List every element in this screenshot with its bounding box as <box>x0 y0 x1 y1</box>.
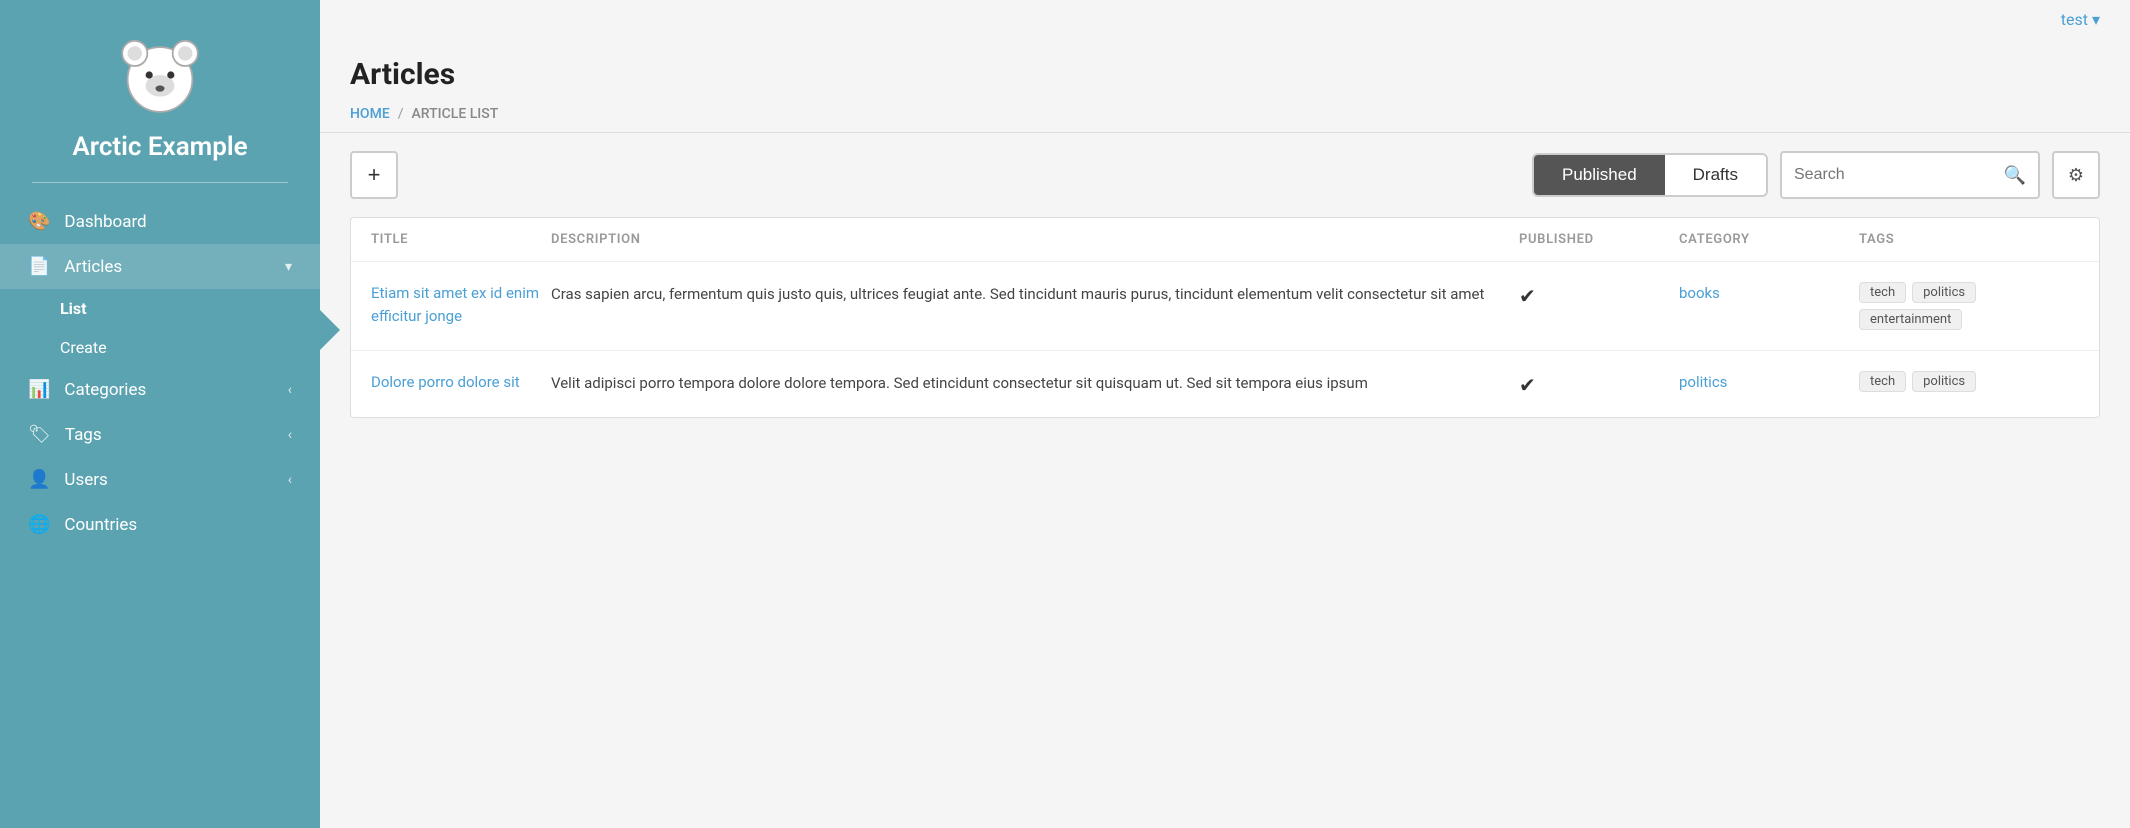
article-category-0[interactable]: books <box>1679 282 1859 302</box>
sidebar-item-users[interactable]: 👤 Users ‹ <box>0 457 320 502</box>
article-title-0[interactable]: Etiam sit amet ex id enim efficitur jong… <box>371 282 551 327</box>
add-button[interactable]: + <box>350 151 398 199</box>
article-desc-1: Velit adipisci porro tempora dolore dolo… <box>551 371 1519 395</box>
article-published-0: ✔ <box>1519 282 1679 308</box>
article-desc-0: Cras sapien arcu, fermentum quis justo q… <box>551 282 1519 306</box>
sidebar-item-countries[interactable]: 🌐 Countries <box>0 502 320 547</box>
sidebar-item-articles[interactable]: 📄 Articles ▾ <box>0 244 320 289</box>
article-category-1[interactable]: politics <box>1679 371 1859 391</box>
sidebar-label-dashboard: Dashboard <box>64 212 146 232</box>
sidebar-label-users: Users <box>64 470 107 490</box>
tag-tech-2[interactable]: tech <box>1859 371 1906 392</box>
articles-icon: 📄 <box>28 256 50 277</box>
sidebar: Arctic Example 🎨 Dashboard 📄 Articles ▾ … <box>0 0 320 828</box>
user-chevron-icon: ▾ <box>2092 10 2100 29</box>
sidebar-label-articles: Articles <box>64 257 122 277</box>
dashboard-icon: 🎨 <box>28 211 50 232</box>
sidebar-nav: 🎨 Dashboard 📄 Articles ▾ List Create 📊 C… <box>0 199 320 547</box>
search-box[interactable]: 🔍 <box>1780 151 2040 199</box>
users-icon: 👤 <box>28 469 50 490</box>
col-title: TITLE <box>371 232 551 247</box>
sidebar-item-tags[interactable]: 🏷 Tags ‹ <box>0 412 320 457</box>
main-content: test ▾ Articles HOME / ARTICLE LIST + Pu… <box>320 0 2130 828</box>
col-published: PUBLISHED <box>1519 232 1679 247</box>
breadcrumb-home[interactable]: HOME <box>350 106 390 122</box>
categories-chevron: ‹ <box>288 382 292 398</box>
user-label: test <box>2061 10 2088 29</box>
filter-icon: ⚙ <box>2068 165 2084 186</box>
countries-icon: 🌐 <box>28 514 50 535</box>
article-tags-1: tech politics <box>1859 371 2079 392</box>
breadcrumb-current: ARTICLE LIST <box>412 106 499 122</box>
sidebar-arrow <box>320 310 340 350</box>
tab-published[interactable]: Published <box>1534 155 1665 195</box>
categories-icon: 📊 <box>28 379 50 400</box>
tags-chevron: ‹ <box>288 427 292 443</box>
topbar: test ▾ <box>320 0 2130 39</box>
user-menu[interactable]: test ▾ <box>2061 10 2100 29</box>
table-header: TITLE DESCRIPTION PUBLISHED CATEGORY TAG… <box>351 218 2099 262</box>
sidebar-label-categories: Categories <box>64 380 146 400</box>
table-row: Dolore porro dolore sit Velit adipisci p… <box>351 351 2099 417</box>
tag-tech[interactable]: tech <box>1859 282 1906 303</box>
sidebar-sub-item-list[interactable]: List <box>0 289 320 328</box>
tab-group: Published Drafts <box>1532 153 1768 197</box>
search-icon: 🔍 <box>2004 165 2026 186</box>
sidebar-label-tags: Tags <box>65 425 102 445</box>
col-description: DESCRIPTION <box>551 232 1519 247</box>
app-logo <box>115 30 205 120</box>
tag-entertainment[interactable]: entertainment <box>1859 309 1962 330</box>
sidebar-sub-item-create[interactable]: Create <box>0 328 320 367</box>
articles-chevron: ▾ <box>285 259 292 275</box>
article-title-1[interactable]: Dolore porro dolore sit <box>371 371 551 394</box>
sidebar-item-categories[interactable]: 📊 Categories ‹ <box>0 367 320 412</box>
table-row: Etiam sit amet ex id enim efficitur jong… <box>351 262 2099 351</box>
col-category: CATEGORY <box>1679 232 1859 247</box>
tag-politics-2[interactable]: politics <box>1912 371 1976 392</box>
sub-label-list: List <box>60 299 87 318</box>
page-title: Articles <box>350 57 2100 92</box>
toolbar: + Published Drafts 🔍 ⚙ <box>320 133 2130 217</box>
tag-politics[interactable]: politics <box>1912 282 1976 303</box>
tab-drafts[interactable]: Drafts <box>1665 155 1766 195</box>
page-header: Articles HOME / ARTICLE LIST <box>320 39 2130 133</box>
sidebar-label-countries: Countries <box>64 515 137 535</box>
app-name: Arctic Example <box>52 132 267 162</box>
sub-label-create: Create <box>60 338 107 357</box>
breadcrumb-separator: / <box>398 106 404 122</box>
article-tags-0: tech politics entertainment <box>1859 282 2079 330</box>
sidebar-item-dashboard[interactable]: 🎨 Dashboard <box>0 199 320 244</box>
users-chevron: ‹ <box>288 472 292 488</box>
col-tags: TAGS <box>1859 232 2079 247</box>
breadcrumb: HOME / ARTICLE LIST <box>350 106 2100 122</box>
filter-button[interactable]: ⚙ <box>2052 151 2100 199</box>
article-table: TITLE DESCRIPTION PUBLISHED CATEGORY TAG… <box>350 217 2100 418</box>
articles-sub-nav: List Create <box>0 289 320 367</box>
tags-icon: 🏷 <box>28 424 51 445</box>
article-published-1: ✔ <box>1519 371 1679 397</box>
search-input[interactable] <box>1794 166 2004 184</box>
sidebar-divider <box>32 182 288 183</box>
